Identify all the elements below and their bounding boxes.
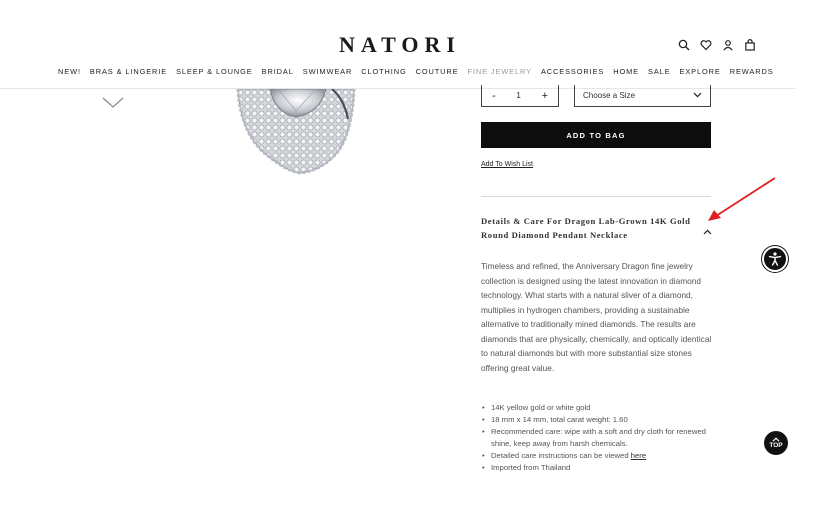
details-spec-list: 14K yellow gold or white gold 18 mm x 14… bbox=[481, 402, 713, 474]
spec-item: 14K yellow gold or white gold bbox=[481, 402, 713, 414]
details-accordion-title[interactable]: Details & Care For Dragon Lab-Grown 14K … bbox=[481, 214, 696, 242]
heart-icon[interactable] bbox=[700, 38, 712, 51]
spec-item: Recommended care: wipe with a soft and d… bbox=[481, 426, 713, 450]
size-select-label: Choose a Size bbox=[583, 91, 636, 100]
main-nav: NEW! BRAS & LINGERIE SLEEP & LOUNGE BRID… bbox=[58, 67, 774, 76]
qty-increase-button[interactable]: + bbox=[542, 90, 548, 102]
product-image bbox=[230, 89, 360, 179]
nav-item-couture[interactable]: COUTURE bbox=[416, 67, 459, 76]
header-icons bbox=[678, 38, 756, 51]
annotation-arrow-icon bbox=[700, 172, 780, 231]
quantity-stepper: - 1 + bbox=[481, 85, 559, 107]
nav-item-clothing[interactable]: CLOTHING bbox=[361, 67, 406, 76]
care-instructions-link[interactable]: here bbox=[631, 451, 646, 460]
details-description: Timeless and refined, the Anniversary Dr… bbox=[481, 261, 712, 373]
section-divider bbox=[481, 196, 711, 197]
nav-item-home[interactable]: HOME bbox=[613, 67, 639, 76]
account-icon[interactable] bbox=[722, 38, 734, 51]
size-select[interactable]: Choose a Size bbox=[574, 85, 711, 107]
spec-item-text: Detailed care instructions can be viewed bbox=[491, 451, 631, 460]
nav-item-sleep-lounge[interactable]: SLEEP & LOUNGE bbox=[176, 67, 253, 76]
nav-item-accessories[interactable]: ACCESSORIES bbox=[541, 67, 604, 76]
nav-item-fine-jewelry[interactable]: FINE JEWELRY bbox=[467, 67, 531, 76]
add-to-wishlist-link[interactable]: Add To Wish List bbox=[481, 161, 533, 168]
nav-item-bras-lingerie[interactable]: BRAS & LINGERIE bbox=[90, 67, 167, 76]
qty-value[interactable]: 1 bbox=[516, 91, 520, 100]
accessibility-icon[interactable] bbox=[762, 246, 788, 272]
add-to-bag-button[interactable]: ADD TO BAG bbox=[481, 122, 711, 148]
search-icon[interactable] bbox=[678, 38, 690, 51]
chevron-down-icon bbox=[693, 91, 702, 100]
nav-item-bridal[interactable]: BRIDAL bbox=[262, 67, 294, 76]
spec-item: 18 mm x 14 mm, total carat weight: 1.60 bbox=[481, 414, 713, 426]
spec-item-care: Detailed care instructions can be viewed… bbox=[481, 450, 713, 462]
nav-item-rewards[interactable]: REWARDS bbox=[730, 67, 774, 76]
nav-item-explore[interactable]: EXPLORE bbox=[680, 67, 721, 76]
back-to-top-button[interactable]: TOP bbox=[764, 431, 788, 455]
qty-decrease-button[interactable]: - bbox=[492, 90, 496, 102]
spec-item: Imported from Thailand bbox=[481, 462, 713, 474]
gallery-next-chevron-icon[interactable] bbox=[102, 96, 124, 114]
bag-icon[interactable] bbox=[744, 38, 756, 51]
nav-item-sale[interactable]: SALE bbox=[648, 67, 671, 76]
nav-item-new[interactable]: NEW! bbox=[58, 67, 81, 76]
nav-item-swimwear[interactable]: SWIMWEAR bbox=[303, 67, 353, 76]
back-to-top-label: TOP bbox=[769, 442, 783, 449]
